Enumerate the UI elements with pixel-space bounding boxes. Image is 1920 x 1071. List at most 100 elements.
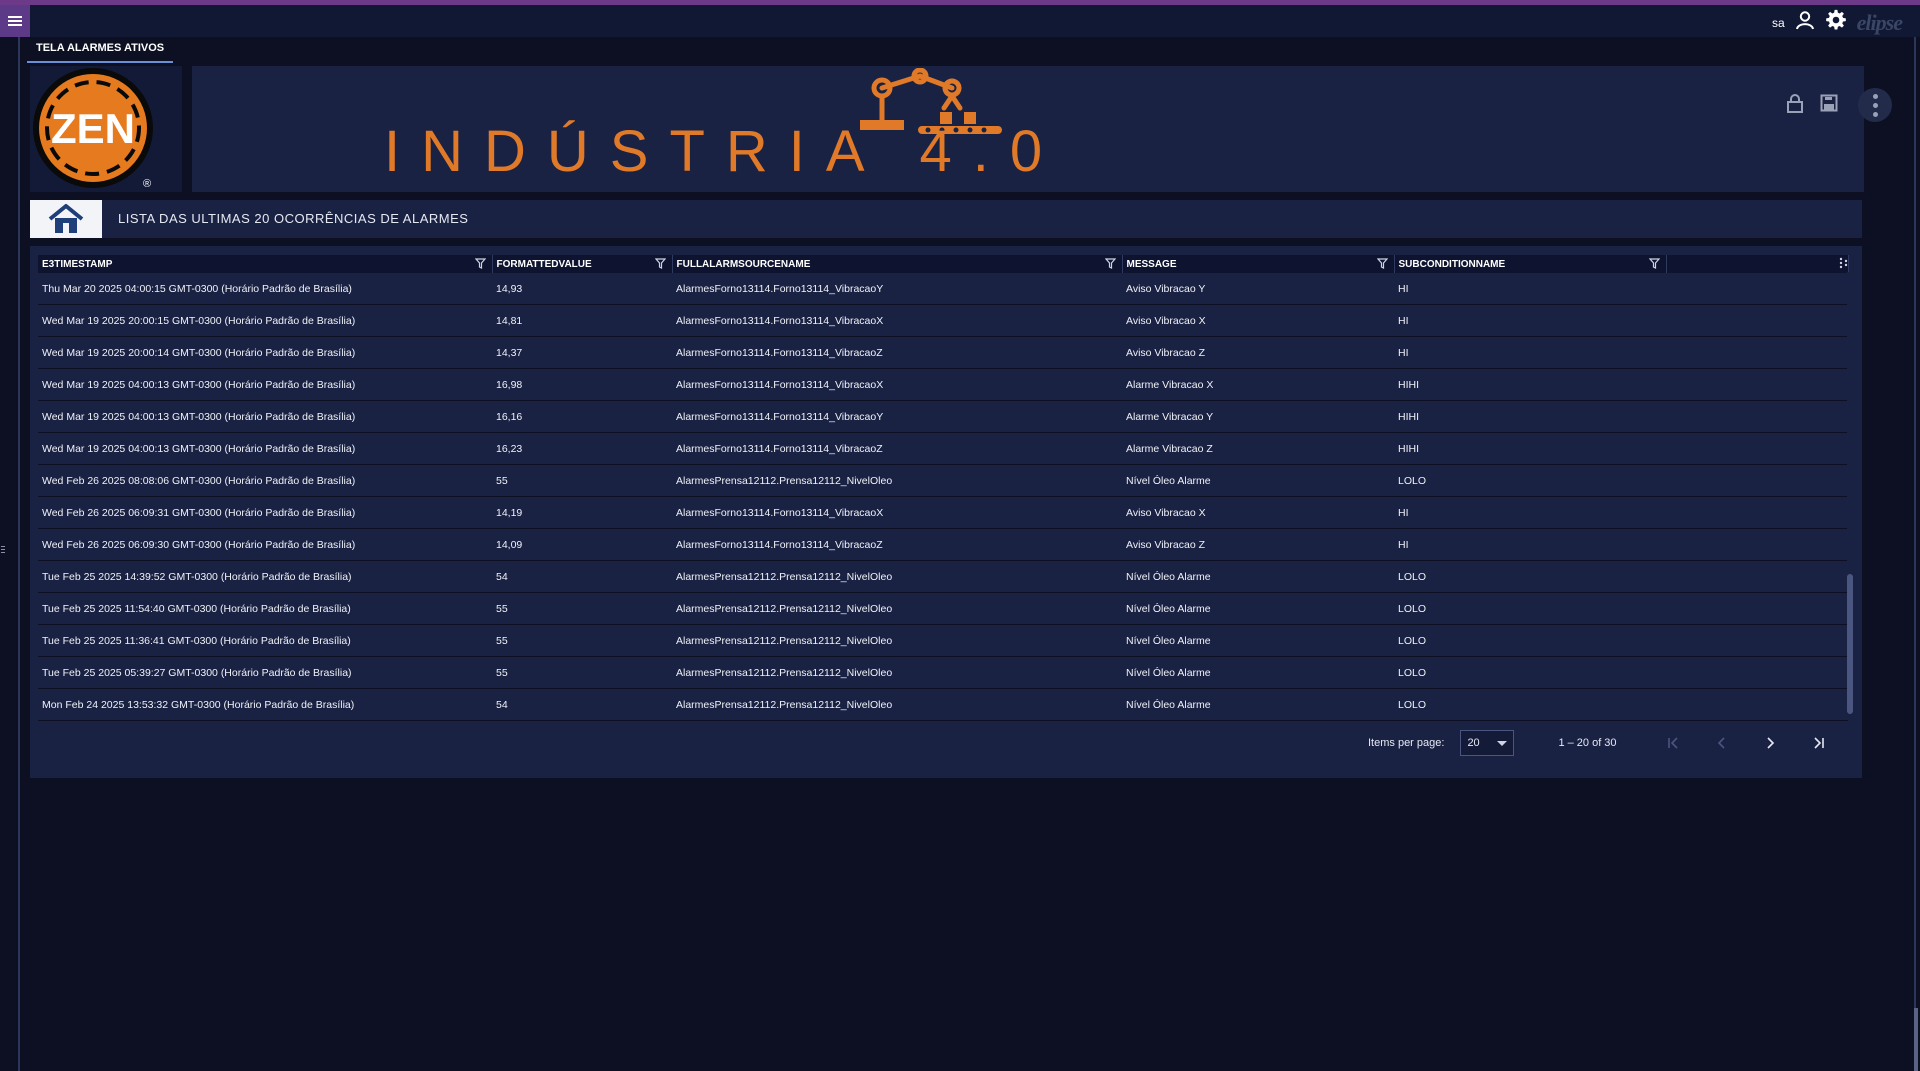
page-range-label: 1 – 20 of 30 <box>1558 737 1617 749</box>
table-scrollbar-thumb[interactable] <box>1847 574 1853 714</box>
table-header-row: E3TIMESTAMP FORMATTEDVALUE FULLALARMSOUR… <box>38 255 1849 273</box>
cell-timestamp: Wed Mar 19 2025 20:00:14 GMT-0300 (Horár… <box>38 336 492 369</box>
cell-subcondition: LOLO <box>1394 592 1666 625</box>
filter-icon[interactable] <box>1104 258 1116 272</box>
cell-value: 14,93 <box>492 273 672 305</box>
cell-value: 55 <box>492 656 672 689</box>
cell-message: Alarme Vibracao Y <box>1122 400 1394 433</box>
cell-source: AlarmesPrensa12112.Prensa12112_NivelOleo <box>672 464 1122 497</box>
cell-value: 14,81 <box>492 304 672 337</box>
cell-subcondition: HI <box>1394 528 1666 561</box>
page-scrollbar-thumb[interactable] <box>1914 1008 1918 1071</box>
cell-subcondition: HI <box>1394 304 1666 337</box>
table-row[interactable]: Wed Feb 26 2025 08:08:06 GMT-0300 (Horár… <box>38 464 1848 497</box>
table-row[interactable]: Wed Mar 19 2025 04:00:13 GMT-0300 (Horár… <box>38 368 1848 401</box>
column-header-e3timestamp[interactable]: E3TIMESTAMP <box>38 255 493 273</box>
cell-value: 16,98 <box>492 368 672 401</box>
elipse-logo: elipse <box>1856 9 1903 35</box>
cell-timestamp: Tue Feb 25 2025 05:39:27 GMT-0300 (Horár… <box>38 656 492 689</box>
first-page-button[interactable] <box>1663 732 1685 754</box>
banner-title: INDÚSTRIA 4.0 <box>384 119 1064 184</box>
table-row[interactable]: Tue Feb 25 2025 14:39:52 GMT-0300 (Horár… <box>38 560 1848 593</box>
cell-empty <box>1666 273 1848 305</box>
cell-empty <box>1666 624 1848 657</box>
cell-value: 54 <box>492 688 672 721</box>
cell-source: AlarmesForno13114.Forno13114_VibracaoX <box>672 496 1122 529</box>
column-label: MESSAGE <box>1126 258 1177 270</box>
lock-icon[interactable] <box>1786 93 1804 118</box>
cell-timestamp: Wed Mar 19 2025 04:00:13 GMT-0300 (Horár… <box>38 432 492 465</box>
zen-logo: ZEN ® <box>33 68 153 190</box>
cell-empty <box>1666 336 1848 369</box>
save-icon[interactable] <box>1820 94 1838 117</box>
next-page-button[interactable] <box>1759 732 1781 754</box>
cell-timestamp: Wed Feb 26 2025 06:09:31 GMT-0300 (Horár… <box>38 496 492 529</box>
filter-icon[interactable] <box>1376 258 1388 272</box>
chevron-down-icon <box>1497 740 1508 746</box>
cell-subcondition: HIHI <box>1394 400 1666 433</box>
home-icon <box>48 204 84 233</box>
cell-message: Aviso Vibracao X <box>1122 304 1394 337</box>
cell-timestamp: Wed Mar 19 2025 04:00:13 GMT-0300 (Horár… <box>38 368 492 401</box>
filter-icon[interactable] <box>1648 258 1660 272</box>
table-row[interactable]: Wed Mar 19 2025 20:00:15 GMT-0300 (Horár… <box>38 304 1848 337</box>
paginator: Items per page: 20 1 – 20 of 30 <box>1368 730 1829 756</box>
cell-empty <box>1666 656 1848 689</box>
last-page-button[interactable] <box>1807 732 1829 754</box>
column-label: FULLALARMSOURCENAME <box>676 258 811 270</box>
tab-active-alarms[interactable]: TELA ALARMES ATIVOS <box>27 37 174 63</box>
registered-mark: ® <box>143 178 151 190</box>
table-row[interactable]: Tue Feb 25 2025 11:54:40 GMT-0300 (Horár… <box>38 592 1848 625</box>
cell-value: 14,09 <box>492 528 672 561</box>
cell-message: Aviso Vibracao X <box>1122 496 1394 529</box>
items-per-page-select[interactable]: 20 <box>1460 730 1515 756</box>
header-actions <box>1786 88 1892 122</box>
column-header-formattedvalue[interactable]: FORMATTEDVALUE <box>492 255 673 273</box>
filter-icon[interactable] <box>654 258 666 272</box>
cell-source: AlarmesForno13114.Forno13114_VibracaoY <box>672 273 1122 305</box>
cell-value: 14,37 <box>492 336 672 369</box>
column-header-message[interactable]: MESSAGE <box>1122 255 1395 273</box>
cell-timestamp: Tue Feb 25 2025 11:36:41 GMT-0300 (Horár… <box>38 624 492 657</box>
cell-value: 16,23 <box>492 432 672 465</box>
filter-icon[interactable] <box>474 258 486 272</box>
column-header-fullalarmsourcename[interactable]: FULLALARMSOURCENAME <box>672 255 1123 273</box>
cell-subcondition: LOLO <box>1394 624 1666 657</box>
more-options-icon[interactable] <box>1858 88 1892 122</box>
gear-icon[interactable] <box>1825 9 1847 36</box>
table-row[interactable]: Wed Mar 19 2025 04:00:13 GMT-0300 (Horár… <box>38 400 1848 433</box>
top-bar <box>0 5 1920 37</box>
home-button[interactable] <box>30 200 102 238</box>
table-row[interactable]: Tue Feb 25 2025 05:39:27 GMT-0300 (Horár… <box>38 656 1848 689</box>
table-row[interactable]: Wed Mar 19 2025 04:00:13 GMT-0300 (Horár… <box>38 432 1848 465</box>
zen-logo-text: ZEN <box>51 105 135 152</box>
cell-timestamp: Wed Mar 19 2025 20:00:15 GMT-0300 (Horár… <box>38 304 492 337</box>
left-rail <box>18 37 20 1071</box>
left-drawer-grip[interactable] <box>0 544 6 556</box>
cell-message: Nível Óleo Alarme <box>1122 656 1394 689</box>
cell-subcondition: HI <box>1394 496 1666 529</box>
cell-timestamp: Mon Feb 24 2025 13:53:32 GMT-0300 (Horár… <box>38 688 492 721</box>
column-label: SUBCONDITIONNAME <box>1398 258 1506 270</box>
table-row[interactable]: Thu Mar 20 2025 04:00:15 GMT-0300 (Horár… <box>38 273 1848 305</box>
menu-icon[interactable] <box>0 5 30 37</box>
previous-page-button[interactable] <box>1711 732 1733 754</box>
cell-source: AlarmesPrensa12112.Prensa12112_NivelOleo <box>672 656 1122 689</box>
section-title: LISTA DAS ULTIMAS 20 OCORRÊNCIAS DE ALAR… <box>118 211 469 226</box>
zen-logo-panel: ZEN ® <box>30 66 182 192</box>
table-row[interactable]: Tue Feb 25 2025 11:36:41 GMT-0300 (Horár… <box>38 624 1848 657</box>
cell-timestamp: Tue Feb 25 2025 14:39:52 GMT-0300 (Horár… <box>38 560 492 593</box>
items-per-page-value: 20 <box>1467 737 1480 749</box>
cell-subcondition: LOLO <box>1394 656 1666 689</box>
cell-empty <box>1666 528 1848 561</box>
user-icon[interactable] <box>1795 10 1815 35</box>
table-row[interactable]: Wed Mar 19 2025 20:00:14 GMT-0300 (Horár… <box>38 336 1848 369</box>
cell-empty <box>1666 496 1848 529</box>
column-header-subconditionname[interactable]: SUBCONDITIONNAME <box>1394 255 1667 273</box>
table-row[interactable]: Mon Feb 24 2025 13:53:32 GMT-0300 (Horár… <box>38 688 1848 721</box>
cell-source: AlarmesPrensa12112.Prensa12112_NivelOleo <box>672 688 1122 721</box>
cell-source: AlarmesForno13114.Forno13114_VibracaoX <box>672 304 1122 337</box>
table-row[interactable]: Wed Feb 26 2025 06:09:31 GMT-0300 (Horár… <box>38 496 1848 529</box>
cell-message: Aviso Vibracao Z <box>1122 528 1394 561</box>
table-row[interactable]: Wed Feb 26 2025 06:09:30 GMT-0300 (Horár… <box>38 528 1848 561</box>
